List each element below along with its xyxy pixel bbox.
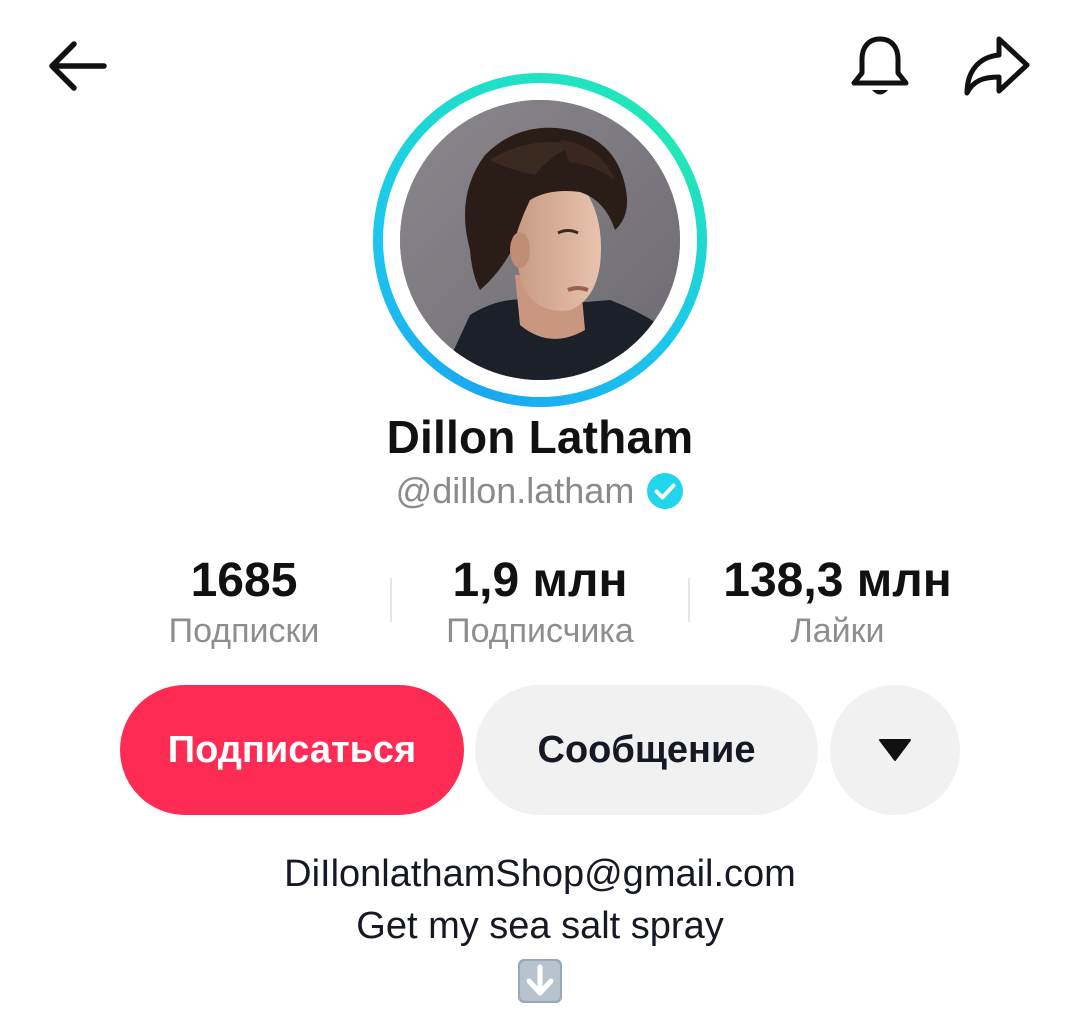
arrow-left-icon xyxy=(49,41,107,91)
bell-icon xyxy=(851,36,909,95)
avatar xyxy=(400,100,680,380)
handle-row: @dillon.latham xyxy=(0,470,1080,512)
bio-text: Get my sea salt spray xyxy=(356,905,724,947)
avatar-story-ring[interactable] xyxy=(373,73,707,407)
following-count: 1685 xyxy=(190,554,298,607)
share-arrow-icon xyxy=(964,36,1030,96)
verified-badge-icon xyxy=(647,473,684,509)
stats-divider xyxy=(390,578,392,622)
likes-label: Лайки xyxy=(790,612,885,650)
notification-bell-button[interactable] xyxy=(840,26,920,106)
follow-button[interactable]: Подписаться xyxy=(120,685,464,815)
followers-label: Подписчика xyxy=(446,612,634,650)
profile-bio: DiIlonlathamShop@gmail.com Get my sea sa… xyxy=(0,848,1080,1018)
back-button[interactable] xyxy=(36,26,116,106)
profile-handle: @dillon.latham xyxy=(395,470,635,511)
profile-stats: 1685 Подписки 1,9 млн Подписчика 138,3 м… xyxy=(0,552,1080,662)
share-button[interactable] xyxy=(952,26,1042,106)
avatar-portrait-image xyxy=(400,100,680,380)
followers-count: 1,9 млн xyxy=(452,554,628,607)
caret-down-icon xyxy=(879,739,911,761)
likes-count: 138,3 млн xyxy=(723,554,952,607)
profile-name: Dillon Latham xyxy=(386,411,694,463)
stats-divider xyxy=(688,578,690,622)
bio-email: DiIlonlathamShop@gmail.com xyxy=(284,853,796,895)
stat-likes: 138,3 млн Лайки xyxy=(690,552,985,652)
stat-following[interactable]: 1685 Подписки xyxy=(124,552,364,652)
message-button[interactable]: Сообщение xyxy=(475,685,818,815)
stat-followers[interactable]: 1,9 млн Подписчика xyxy=(410,552,670,652)
more-options-button[interactable] xyxy=(830,685,960,815)
following-label: Подписки xyxy=(168,612,320,650)
down-arrow-emoji-icon xyxy=(518,959,562,1003)
